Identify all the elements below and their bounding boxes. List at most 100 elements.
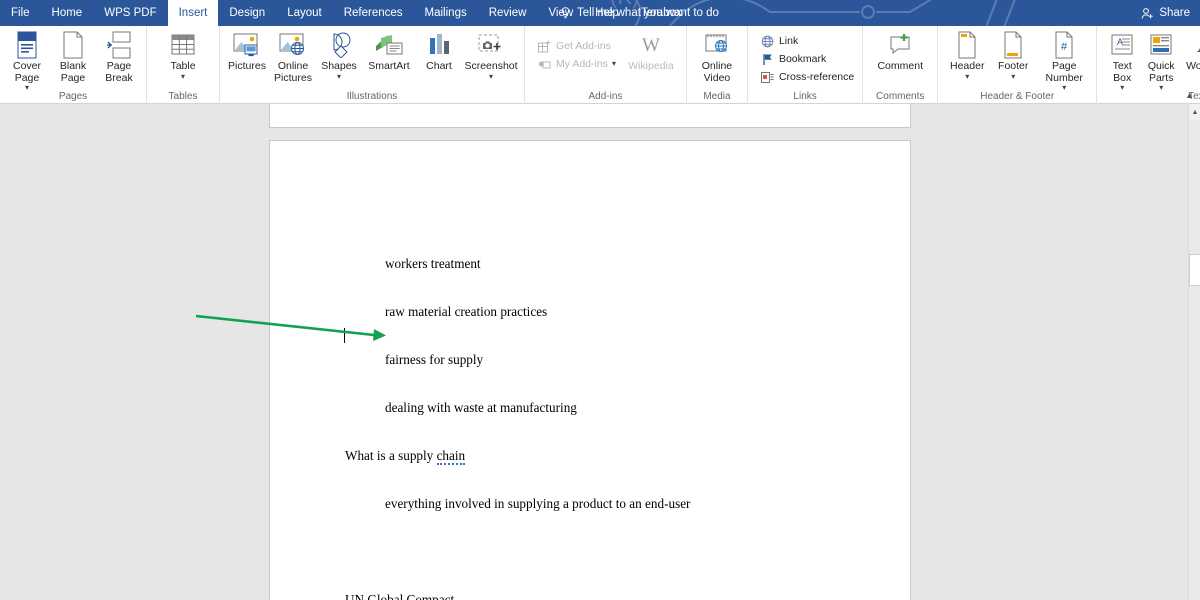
chart-button[interactable]: Chart	[416, 28, 462, 86]
chevron-down-icon[interactable]: ▾	[337, 72, 341, 80]
group-title-links: Links	[793, 91, 817, 102]
group-title-tables: Tables	[168, 91, 198, 102]
comment-button[interactable]: Comment	[871, 28, 929, 86]
ribbon-tab-wps-pdf[interactable]: WPS PDF	[93, 0, 167, 26]
cross-reference-button[interactable]: Cross-reference	[756, 68, 858, 86]
ribbon-group-pages: Cover Page ▾ Blank Page Page Break Pages	[0, 26, 147, 104]
header-icon	[956, 30, 978, 60]
group-title-header-footer: Header & Footer	[980, 91, 1055, 102]
chevron-down-icon[interactable]: ▾	[489, 72, 493, 80]
doc-line: UN Global Compact	[345, 592, 455, 600]
ribbon-group-tables: Table ▾ Tables	[147, 26, 220, 104]
ribbon-tab-mailings[interactable]: Mailings	[414, 0, 478, 26]
ribbon-tab-design[interactable]: Design	[218, 0, 276, 26]
group-title-illustrations: Illustrations	[346, 91, 398, 102]
my-addins-icon	[537, 57, 552, 72]
get-addins-button[interactable]: Get Add-ins	[533, 37, 620, 55]
cover-page-button[interactable]: Cover Page ▾	[4, 28, 50, 92]
pictures-button[interactable]: Pictures	[224, 28, 270, 86]
ribbon: Cover Page ▾ Blank Page Page Break Pages…	[0, 26, 1200, 104]
ribbon-group-links: Link Bookmark Cross-reference Links	[748, 26, 864, 104]
smartart-button[interactable]: SmartArt	[362, 28, 416, 86]
bookmark-button[interactable]: Bookmark	[756, 50, 858, 68]
comment-label: Comment	[877, 60, 923, 72]
get-addins-icon	[537, 39, 552, 54]
ribbon-tab-file[interactable]: File	[0, 0, 41, 26]
online-video-label: Online Video	[701, 60, 733, 84]
tell-me-search[interactable]: Tell me what you want to do	[560, 0, 719, 26]
blank-page-button[interactable]: Blank Page	[50, 28, 96, 86]
bookmark-label: Bookmark	[778, 53, 827, 65]
table-label: Table	[170, 60, 196, 72]
online-video-button[interactable]: Online Video	[695, 28, 739, 86]
smartart-label: SmartArt	[368, 60, 410, 72]
shapes-button[interactable]: Shapes ▾	[316, 28, 362, 86]
doc-line: raw material creation practices	[385, 304, 548, 319]
doc-line-blank	[345, 544, 845, 560]
table-button[interactable]: Table ▾	[157, 28, 209, 86]
collapse-ribbon-button[interactable]: ▲	[1185, 90, 1194, 100]
chart-label: Chart	[426, 60, 452, 72]
doc-line: workers treatment	[385, 256, 481, 271]
text-box-button[interactable]: A Text Box ▾	[1103, 28, 1141, 92]
page-number-label: Page Number	[1045, 60, 1083, 84]
online-pictures-button[interactable]: Online Pictures	[270, 28, 316, 86]
share-person-icon	[1142, 7, 1154, 19]
scroll-up-arrow-icon[interactable]: ▲	[1189, 104, 1200, 120]
document-page-previous	[269, 104, 911, 128]
word-window: (K) File Home WPS PDF Insert Design Layo…	[0, 0, 1200, 600]
page-number-icon: #	[1053, 30, 1075, 60]
addins-small-buttons: Get Add-ins My Add-ins ▾	[533, 28, 620, 73]
header-button[interactable]: Header ▾	[944, 28, 990, 86]
page-break-button[interactable]: Page Break	[96, 28, 142, 86]
ribbon-tab-references[interactable]: References	[333, 0, 414, 26]
ribbon-group-addins: Get Add-ins My Add-ins ▾ W Wikipedia Add…	[525, 26, 687, 104]
doc-line-supply-chain: What is a supply chain	[345, 448, 466, 465]
cover-page-icon	[15, 30, 39, 60]
wordart-button[interactable]: A WordArt ▾	[1181, 28, 1200, 86]
online-pictures-label: Online Pictures	[274, 60, 312, 84]
my-addins-label: My Add-ins	[556, 58, 608, 70]
page-number-button[interactable]: # Page Number ▾	[1036, 28, 1092, 92]
chevron-down-icon[interactable]: ▾	[965, 72, 969, 80]
grammar-flagged-word[interactable]: chain	[436, 448, 466, 465]
quick-parts-button[interactable]: Quick Parts ▾	[1141, 28, 1181, 92]
ribbon-tab-home[interactable]: Home	[41, 0, 94, 26]
link-icon	[760, 34, 775, 49]
chevron-down-icon[interactable]: ▾	[1011, 72, 1015, 80]
header-label: Header	[950, 60, 985, 72]
ribbon-groups: Cover Page ▾ Blank Page Page Break Pages…	[0, 26, 1200, 104]
chevron-down-icon[interactable]: ▾	[181, 72, 185, 80]
chevron-down-icon[interactable]: ▾	[612, 60, 616, 68]
group-title-comments: Comments	[876, 91, 925, 102]
ribbon-tab-layout[interactable]: Layout	[276, 0, 333, 26]
pictures-label: Pictures	[228, 60, 266, 72]
online-video-icon	[703, 30, 731, 60]
page-break-label: Page Break	[105, 60, 133, 84]
ribbon-tab-insert[interactable]: Insert	[167, 0, 219, 26]
vertical-scrollbar[interactable]: ▲	[1188, 104, 1200, 600]
scrollbar-thumb[interactable]	[1189, 254, 1200, 286]
lightbulb-icon	[561, 6, 570, 18]
footer-button[interactable]: Footer ▾	[990, 28, 1036, 86]
group-title-media: Media	[703, 91, 731, 102]
share-button[interactable]: Share	[1141, 0, 1190, 26]
document-body-text[interactable]: workers treatment raw material creation …	[345, 224, 845, 600]
wikipedia-button[interactable]: W Wikipedia	[620, 28, 682, 86]
footer-label: Footer	[998, 60, 1029, 72]
ribbon-tab-review[interactable]: Review	[478, 0, 538, 26]
group-title-addins: Add-ins	[588, 91, 623, 102]
screenshot-icon	[476, 30, 506, 60]
document-canvas[interactable]: workers treatment raw material creation …	[0, 104, 1188, 600]
quick-parts-icon	[1149, 30, 1173, 60]
ribbon-group-header-footer: Header ▾ Footer ▾ # Page Number ▾ Header…	[938, 26, 1098, 104]
bookmark-icon	[760, 52, 775, 67]
my-addins-button[interactable]: My Add-ins ▾	[533, 55, 620, 73]
smartart-icon	[374, 30, 404, 60]
share-label: Share	[1159, 7, 1190, 19]
doc-line: fairness for supply	[385, 352, 484, 367]
screenshot-button[interactable]: Screenshot ▾	[462, 28, 520, 86]
group-title-pages: Pages	[58, 91, 88, 102]
shapes-icon	[325, 30, 353, 60]
link-button[interactable]: Link	[756, 32, 858, 50]
